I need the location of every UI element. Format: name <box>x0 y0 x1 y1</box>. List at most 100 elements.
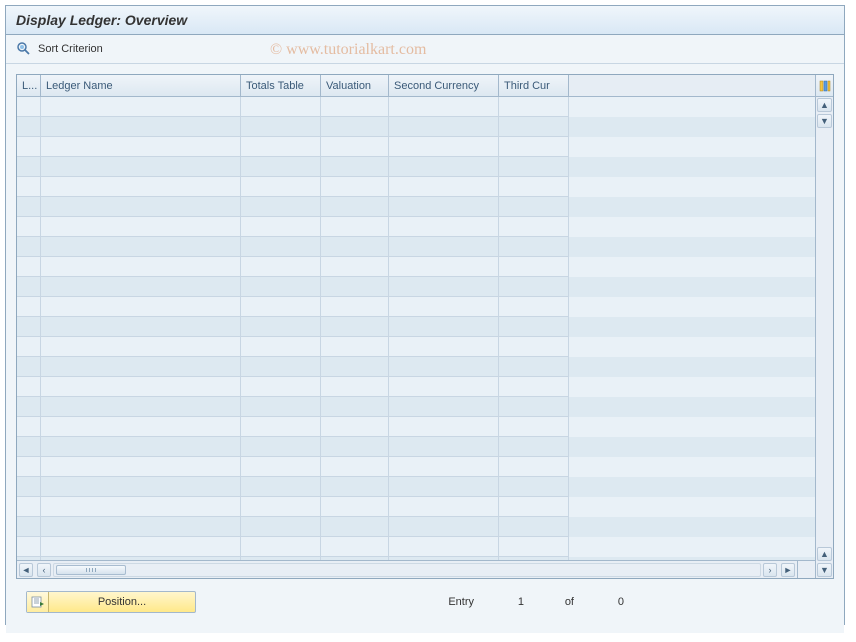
table-cell[interactable] <box>389 457 499 477</box>
table-cell[interactable] <box>389 517 499 537</box>
table-cell[interactable] <box>17 277 41 297</box>
table-cell[interactable] <box>17 357 41 377</box>
table-row[interactable] <box>17 537 815 557</box>
table-cell[interactable] <box>17 437 41 457</box>
scroll-down-end-icon[interactable]: ▼ <box>817 563 832 577</box>
table-cell[interactable] <box>41 417 241 437</box>
table-cell[interactable] <box>389 477 499 497</box>
table-cell[interactable] <box>241 517 321 537</box>
table-cell[interactable] <box>321 137 389 157</box>
table-row[interactable] <box>17 497 815 517</box>
table-cell[interactable] <box>241 137 321 157</box>
table-cell[interactable] <box>241 97 321 117</box>
table-cell[interactable] <box>41 477 241 497</box>
table-row[interactable] <box>17 117 815 137</box>
table-cell[interactable] <box>17 417 41 437</box>
table-cell[interactable] <box>321 417 389 437</box>
table-cell[interactable] <box>241 197 321 217</box>
table-cell[interactable] <box>241 317 321 337</box>
table-row[interactable] <box>17 297 815 317</box>
table-cell[interactable] <box>499 257 569 277</box>
table-cell[interactable] <box>241 177 321 197</box>
table-cell[interactable] <box>321 477 389 497</box>
table-cell[interactable] <box>499 337 569 357</box>
table-cell[interactable] <box>389 157 499 177</box>
table-cell[interactable] <box>389 297 499 317</box>
table-cell[interactable] <box>321 97 389 117</box>
table-cell[interactable] <box>321 217 389 237</box>
table-cell[interactable] <box>241 157 321 177</box>
table-cell[interactable] <box>17 137 41 157</box>
table-cell[interactable] <box>499 197 569 217</box>
horizontal-scroll-track[interactable] <box>53 563 761 577</box>
scroll-right-end-icon[interactable]: ► <box>781 563 795 577</box>
table-cell[interactable] <box>241 497 321 517</box>
table-cell[interactable] <box>321 177 389 197</box>
table-cell[interactable] <box>499 97 569 117</box>
table-cell[interactable] <box>389 217 499 237</box>
table-cell[interactable] <box>389 377 499 397</box>
table-cell[interactable] <box>499 437 569 457</box>
table-cell[interactable] <box>41 217 241 237</box>
table-cell[interactable] <box>389 137 499 157</box>
table-row[interactable] <box>17 217 815 237</box>
table-cell[interactable] <box>321 517 389 537</box>
table-cell[interactable] <box>241 257 321 277</box>
table-cell[interactable] <box>41 357 241 377</box>
table-cell[interactable] <box>41 337 241 357</box>
table-cell[interactable] <box>17 197 41 217</box>
table-cell[interactable] <box>499 217 569 237</box>
table-cell[interactable] <box>241 537 321 557</box>
table-cell[interactable] <box>499 297 569 317</box>
table-cell[interactable] <box>499 457 569 477</box>
table-cell[interactable] <box>241 297 321 317</box>
table-cell[interactable] <box>17 537 41 557</box>
table-cell[interactable] <box>321 237 389 257</box>
table-cell[interactable] <box>389 437 499 457</box>
vertical-scroll-track[interactable] <box>816 129 833 546</box>
table-cell[interactable] <box>241 337 321 357</box>
table-cell[interactable] <box>389 117 499 137</box>
table-cell[interactable] <box>41 97 241 117</box>
table-cell[interactable] <box>241 437 321 457</box>
table-row[interactable] <box>17 277 815 297</box>
vertical-scrollbar[interactable]: ▲ ▼ ▲ ▼ <box>816 97 833 578</box>
table-cell[interactable] <box>41 157 241 177</box>
table-cell[interactable] <box>321 537 389 557</box>
table-cell[interactable] <box>41 117 241 137</box>
table-cell[interactable] <box>241 117 321 137</box>
table-cell[interactable] <box>499 517 569 537</box>
table-cell[interactable] <box>389 537 499 557</box>
scroll-left-start-icon[interactable]: ◄ <box>19 563 33 577</box>
table-row[interactable] <box>17 317 815 337</box>
table-cell[interactable] <box>389 497 499 517</box>
table-cell[interactable] <box>241 477 321 497</box>
table-cell[interactable] <box>499 357 569 377</box>
table-cell[interactable] <box>17 517 41 537</box>
table-cell[interactable] <box>241 217 321 237</box>
table-cell[interactable] <box>17 497 41 517</box>
table-row[interactable] <box>17 137 815 157</box>
table-cell[interactable] <box>389 277 499 297</box>
horizontal-scrollbar[interactable]: ◄ ‹ › ► <box>17 561 797 578</box>
scroll-up-icon[interactable]: ▼ <box>817 114 832 128</box>
table-cell[interactable] <box>499 477 569 497</box>
scroll-up-start-icon[interactable]: ▲ <box>817 98 832 112</box>
column-header-valuation[interactable]: Valuation <box>321 75 389 96</box>
horizontal-scroll-thumb[interactable] <box>56 565 126 575</box>
table-cell[interactable] <box>241 457 321 477</box>
table-cell[interactable] <box>241 277 321 297</box>
table-row[interactable] <box>17 237 815 257</box>
table-cell[interactable] <box>17 117 41 137</box>
table-cell[interactable] <box>499 237 569 257</box>
scroll-left-icon[interactable]: ‹ <box>37 563 51 577</box>
table-cell[interactable] <box>389 417 499 437</box>
table-cell[interactable] <box>241 377 321 397</box>
column-header-totals-table[interactable]: Totals Table <box>241 75 321 96</box>
table-cell[interactable] <box>499 377 569 397</box>
position-button[interactable]: Position... <box>26 591 196 613</box>
table-row[interactable] <box>17 337 815 357</box>
table-cell[interactable] <box>41 377 241 397</box>
table-cell[interactable] <box>389 337 499 357</box>
table-row[interactable] <box>17 377 815 397</box>
